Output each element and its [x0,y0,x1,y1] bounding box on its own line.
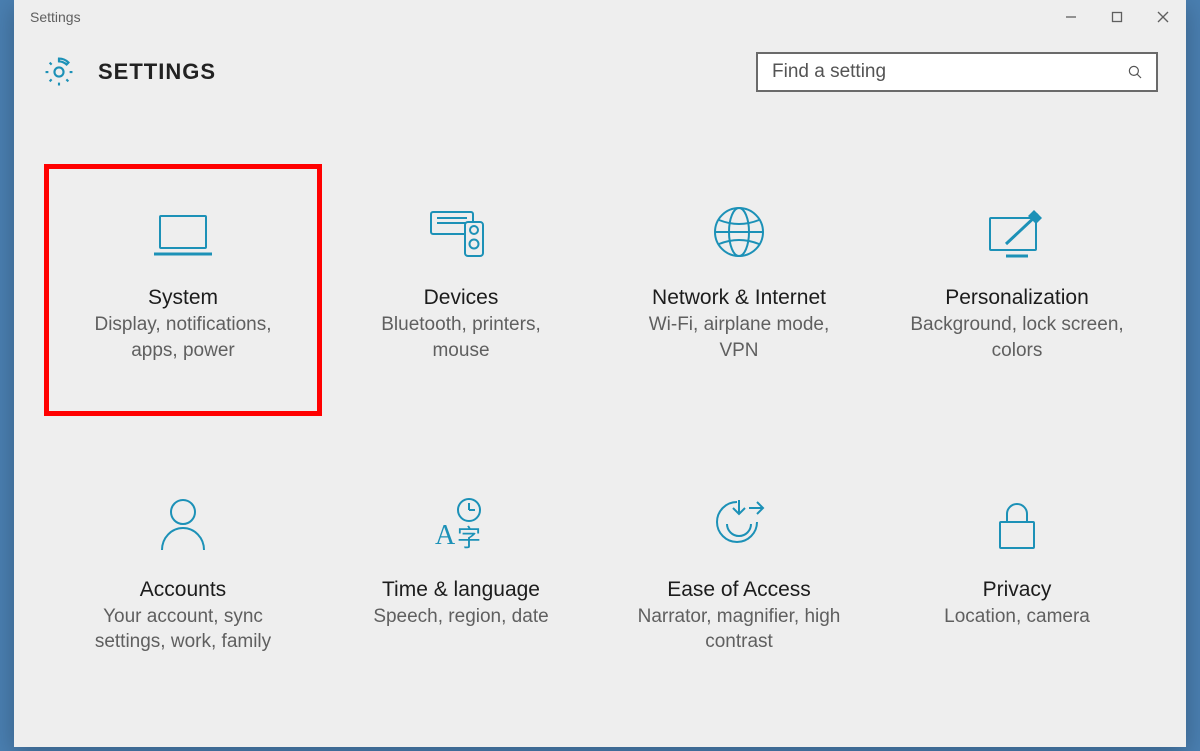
header: SETTINGS [14,34,1186,114]
devices-icon [425,190,497,262]
tile-system[interactable]: System Display, notifications, apps, pow… [44,164,322,416]
globe-icon [709,190,769,262]
gear-icon [42,55,76,89]
tile-privacy[interactable]: Privacy Location, camera [878,456,1156,708]
tile-title: Network & Internet [652,286,826,310]
window-title: Settings [30,9,81,25]
tile-title: Accounts [140,578,226,602]
svg-text:字: 字 [457,525,481,552]
tile-title: Devices [424,286,499,310]
tile-personalization[interactable]: Personalization Background, lock screen,… [878,164,1156,416]
tile-accounts[interactable]: Accounts Your account, sync settings, wo… [44,456,322,708]
personalize-icon [982,190,1052,262]
tile-desc: Speech, region, date [373,604,548,630]
tile-desc: Narrator, magnifier, high contrast [629,604,849,655]
tile-desc: Location, camera [944,604,1090,630]
search-box[interactable] [756,52,1158,92]
ease-of-access-icon [709,482,769,554]
close-button[interactable] [1140,0,1186,34]
tile-desc: Background, lock screen, colors [907,312,1127,363]
tile-title: Privacy [983,578,1052,602]
header-left: SETTINGS [42,55,216,89]
tile-devices[interactable]: Devices Bluetooth, printers, mouse [322,164,600,416]
time-language-icon: A 字 [429,482,493,554]
categories-grid: System Display, notifications, apps, pow… [14,114,1186,747]
tile-ease-of-access[interactable]: Ease of Access Narrator, magnifier, high… [600,456,878,708]
tile-desc: Wi-Fi, airplane mode, VPN [629,312,849,363]
maximize-button[interactable] [1094,0,1140,34]
tile-network[interactable]: Network & Internet Wi-Fi, airplane mode,… [600,164,878,416]
tile-title: Time & language [382,578,540,602]
tile-title: Ease of Access [667,578,811,602]
close-icon [1157,11,1169,23]
tile-desc: Bluetooth, printers, mouse [351,312,571,363]
maximize-icon [1111,11,1123,23]
minimize-button[interactable] [1048,0,1094,34]
svg-text:A: A [435,520,456,551]
titlebar: Settings [14,0,1186,34]
lock-icon [992,482,1042,554]
tile-time-language[interactable]: A 字 Time & language Speech, region, date [322,456,600,708]
tile-title: Personalization [945,286,1089,310]
settings-window: Settings SETTINGS [14,0,1186,747]
person-icon [156,482,210,554]
tile-title: System [148,286,218,310]
laptop-icon [148,190,218,262]
tile-desc: Display, notifications, apps, power [73,312,293,363]
tile-desc: Your account, sync settings, work, famil… [73,604,293,655]
search-input[interactable] [770,60,1126,84]
settings-heading: SETTINGS [98,59,216,85]
search-icon [1126,63,1144,81]
window-buttons [1048,0,1186,34]
minimize-icon [1065,11,1077,23]
